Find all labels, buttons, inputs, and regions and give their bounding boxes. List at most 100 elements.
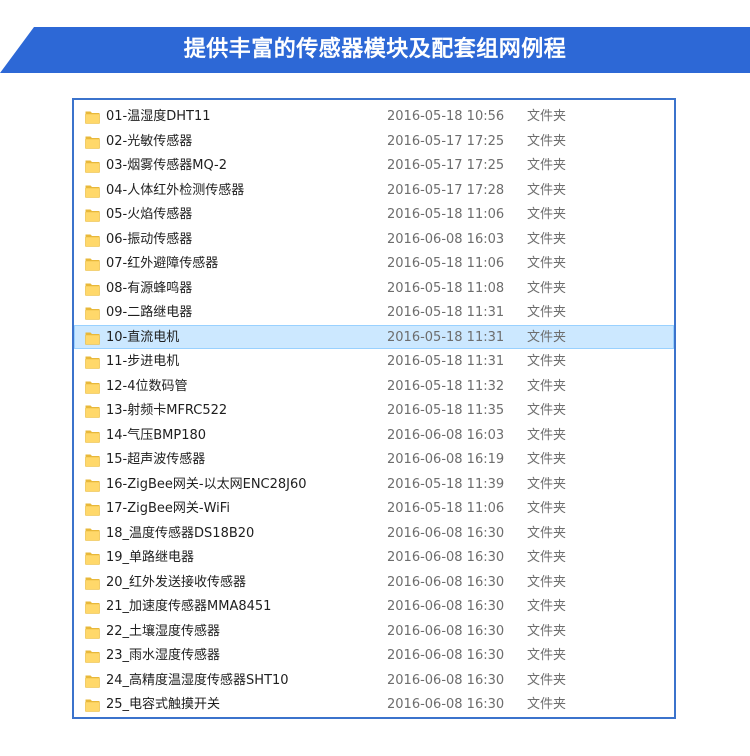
folder-row[interactable]: 07-红外避障传感器 2016-05-18 11:06 文件夹 bbox=[74, 251, 674, 276]
folder-icon bbox=[85, 405, 100, 418]
folder-icon bbox=[85, 136, 100, 149]
folder-type: 文件夹 bbox=[527, 501, 567, 516]
folder-row[interactable]: 17-ZigBee网关-WiFi 2016-05-18 11:06 文件夹 bbox=[74, 496, 674, 521]
folder-modified-date: 2016-05-18 11:08 bbox=[387, 280, 505, 296]
folder-modified-date: 2016-05-18 11:35 bbox=[387, 403, 505, 418]
folder-modified-date: 2016-06-08 16:30 bbox=[387, 672, 505, 688]
folder-icon bbox=[85, 209, 100, 222]
folder-icon bbox=[85, 650, 100, 663]
folder-name: 16-ZigBee网关-以太网ENC28J60 bbox=[106, 476, 307, 492]
folder-row[interactable]: 12-4位数码管 2016-05-18 11:32 文件夹 bbox=[74, 374, 674, 399]
folder-name: 04-人体红外检测传感器 bbox=[106, 182, 245, 198]
folder-type: 文件夹 bbox=[527, 207, 567, 222]
folder-name: 22_土壤湿度传感器 bbox=[106, 623, 221, 639]
folder-modified-date: 2016-06-08 16:30 bbox=[387, 525, 505, 541]
folder-icon bbox=[85, 234, 100, 247]
folder-row[interactable]: 13-射频卡MFRC522 2016-05-18 11:35 文件夹 bbox=[74, 398, 674, 423]
folder-icon bbox=[85, 307, 100, 320]
folder-name: 07-红外避障传感器 bbox=[106, 256, 219, 271]
folder-modified-date: 2016-05-18 11:31 bbox=[387, 305, 505, 320]
folder-icon bbox=[85, 283, 100, 296]
folder-icon bbox=[85, 552, 100, 565]
folder-name: 01-温湿度DHT11 bbox=[106, 109, 211, 124]
folder-icon bbox=[85, 454, 100, 467]
folder-icon bbox=[85, 626, 100, 639]
folder-type: 文件夹 bbox=[527, 133, 567, 149]
folder-type: 文件夹 bbox=[527, 623, 567, 639]
folder-row[interactable]: 14-气压BMP180 2016-06-08 16:03 文件夹 bbox=[74, 423, 674, 448]
folder-name: 23_雨水湿度传感器 bbox=[106, 648, 221, 663]
folder-row[interactable]: 15-超声波传感器 2016-06-08 16:19 文件夹 bbox=[74, 447, 674, 472]
folder-row[interactable]: 16-ZigBee网关-以太网ENC28J60 2016-05-18 11:39… bbox=[74, 472, 674, 497]
folder-type: 文件夹 bbox=[527, 599, 567, 614]
folder-type: 文件夹 bbox=[527, 378, 567, 394]
folder-row[interactable]: 23_雨水湿度传感器 2016-06-08 16:30 文件夹 bbox=[74, 643, 674, 668]
folder-name: 24_高精度温湿度传感器SHT10 bbox=[106, 672, 289, 688]
folder-row[interactable]: 18_温度传感器DS18B20 2016-06-08 16:30 文件夹 bbox=[74, 521, 674, 546]
folder-modified-date: 2016-06-08 16:30 bbox=[387, 599, 505, 614]
folder-name: 02-光敏传感器 bbox=[106, 133, 193, 149]
folder-row[interactable]: 09-二路继电器 2016-05-18 11:31 文件夹 bbox=[74, 300, 674, 325]
title-banner: 提供丰富的传感器模块及配套组网例程 bbox=[0, 27, 750, 73]
folder-modified-date: 2016-06-08 16:30 bbox=[387, 648, 505, 663]
folder-name: 03-烟雾传感器MQ-2 bbox=[106, 158, 228, 173]
folder-name: 05-火焰传感器 bbox=[106, 207, 193, 222]
file-list: 01-温湿度DHT11 2016-05-18 10:56 文件夹 02-光敏传感… bbox=[74, 104, 674, 717]
folder-type: 文件夹 bbox=[527, 403, 567, 418]
folder-modified-date: 2016-05-18 11:06 bbox=[387, 207, 505, 222]
folder-modified-date: 2016-05-17 17:25 bbox=[387, 133, 505, 149]
folder-name: 21_加速度传感器MMA8451 bbox=[106, 599, 272, 614]
folder-modified-date: 2016-06-08 16:30 bbox=[387, 623, 505, 639]
folder-row[interactable]: 10-直流电机 2016-05-18 11:31 文件夹 bbox=[74, 324, 674, 349]
folder-row[interactable]: 22_土壤湿度传感器 2016-06-08 16:30 文件夹 bbox=[74, 619, 674, 644]
folder-row[interactable]: 24_高精度温湿度传感器SHT10 2016-06-08 16:30 文件夹 bbox=[74, 668, 674, 693]
folder-row[interactable]: 05-火焰传感器 2016-05-18 11:06 文件夹 bbox=[74, 202, 674, 227]
folder-icon bbox=[85, 479, 100, 492]
folder-name: 20_红外发送接收传感器 bbox=[106, 574, 247, 590]
folder-type: 文件夹 bbox=[527, 427, 567, 443]
folder-icon bbox=[85, 503, 100, 516]
folder-modified-date: 2016-05-18 11:06 bbox=[387, 256, 505, 271]
folder-row[interactable]: 11-步进电机 2016-05-18 11:31 文件夹 bbox=[74, 349, 674, 374]
folder-name: 18_温度传感器DS18B20 bbox=[106, 525, 255, 541]
folder-name: 14-气压BMP180 bbox=[106, 427, 207, 443]
folder-icon bbox=[85, 699, 100, 712]
folder-icon bbox=[85, 258, 100, 271]
folder-row[interactable]: 04-人体红外检测传感器 2016-05-17 17:28 文件夹 bbox=[74, 178, 674, 203]
folder-type: 文件夹 bbox=[527, 305, 567, 320]
folder-icon bbox=[85, 332, 100, 345]
folder-modified-date: 2016-05-17 17:25 bbox=[387, 158, 505, 173]
folder-modified-date: 2016-06-08 16:03 bbox=[387, 231, 505, 247]
folder-type: 文件夹 bbox=[527, 109, 567, 124]
folder-name: 17-ZigBee网关-WiFi bbox=[106, 501, 230, 516]
folder-modified-date: 2016-06-08 16:30 bbox=[387, 574, 505, 590]
folder-modified-date: 2016-06-08 16:19 bbox=[387, 452, 505, 467]
folder-type: 文件夹 bbox=[527, 329, 567, 345]
folder-row[interactable]: 20_红外发送接收传感器 2016-06-08 16:30 文件夹 bbox=[74, 570, 674, 595]
folder-modified-date: 2016-05-18 11:06 bbox=[387, 501, 505, 516]
folder-name: 08-有源蜂鸣器 bbox=[106, 280, 193, 296]
folder-type: 文件夹 bbox=[527, 672, 567, 688]
folder-row[interactable]: 06-振动传感器 2016-06-08 16:03 文件夹 bbox=[74, 227, 674, 252]
folder-name: 06-振动传感器 bbox=[106, 231, 193, 247]
folder-row[interactable]: 03-烟雾传感器MQ-2 2016-05-17 17:25 文件夹 bbox=[74, 153, 674, 178]
folder-row[interactable]: 21_加速度传感器MMA8451 2016-06-08 16:30 文件夹 bbox=[74, 594, 674, 619]
folder-type: 文件夹 bbox=[527, 574, 567, 590]
folder-modified-date: 2016-06-08 16:03 bbox=[387, 427, 505, 443]
folder-row[interactable]: 25_电容式触摸开关 2016-06-08 16:30 文件夹 bbox=[74, 692, 674, 717]
folder-modified-date: 2016-05-18 11:31 bbox=[387, 354, 505, 369]
folder-name: 13-射频卡MFRC522 bbox=[106, 403, 228, 418]
folder-type: 文件夹 bbox=[527, 525, 567, 541]
folder-row[interactable]: 19_单路继电器 2016-06-08 16:30 文件夹 bbox=[74, 545, 674, 570]
folder-type: 文件夹 bbox=[527, 550, 567, 565]
folder-name: 10-直流电机 bbox=[106, 329, 180, 345]
folder-name: 12-4位数码管 bbox=[106, 378, 188, 394]
folder-type: 文件夹 bbox=[527, 182, 567, 198]
folder-type: 文件夹 bbox=[527, 648, 567, 663]
folder-row[interactable]: 08-有源蜂鸣器 2016-05-18 11:08 文件夹 bbox=[74, 276, 674, 301]
folder-modified-date: 2016-06-08 16:30 bbox=[387, 550, 505, 565]
folder-icon bbox=[85, 185, 100, 198]
folder-icon bbox=[85, 430, 100, 443]
folder-row[interactable]: 01-温湿度DHT11 2016-05-18 10:56 文件夹 bbox=[74, 104, 674, 129]
folder-row[interactable]: 02-光敏传感器 2016-05-17 17:25 文件夹 bbox=[74, 129, 674, 154]
